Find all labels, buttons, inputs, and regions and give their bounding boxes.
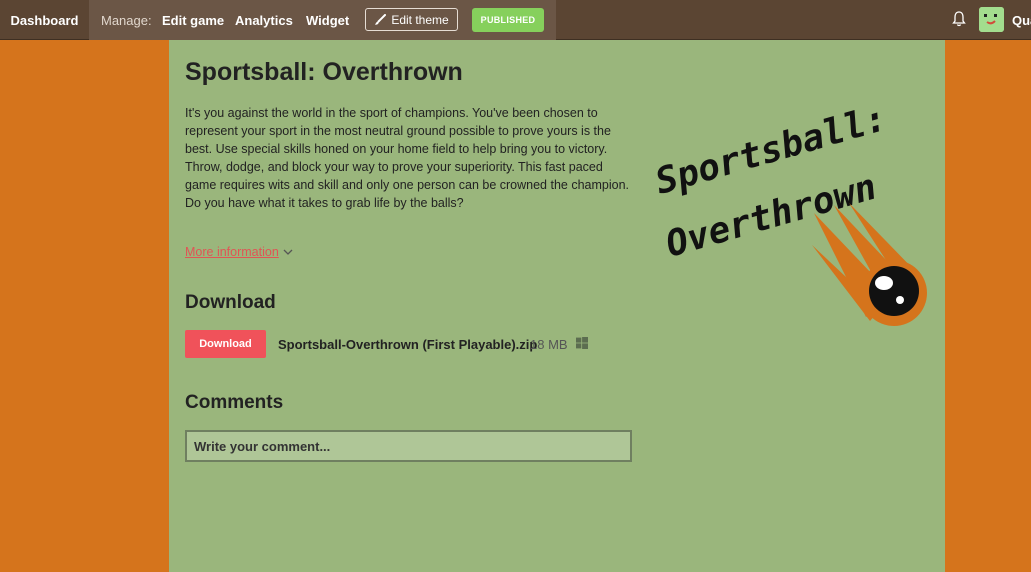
game-page-content: Sportsball: Overthrown It's you against … <box>169 40 945 572</box>
game-logo: Sportsball: Overthrown <box>651 98 927 326</box>
manage-toolbar: Manage: Edit game Analytics Widget Edit … <box>89 0 556 40</box>
download-heading: Download <box>185 292 276 313</box>
frog-avatar-icon <box>979 7 1004 32</box>
edit-game-link[interactable]: Edit game <box>162 13 224 28</box>
user-name[interactable]: Qua <box>1012 13 1031 28</box>
bell-icon[interactable] <box>951 10 967 28</box>
top-navbar: Dashboard Manage: Edit game Analytics Wi… <box>0 0 1031 40</box>
download-button[interactable]: Download <box>185 330 266 358</box>
game-title: Sportsball: Overthrown <box>185 58 463 86</box>
more-information-link[interactable]: More information <box>185 245 293 259</box>
more-information-label: More information <box>185 245 279 259</box>
file-size: 18 MB <box>530 337 568 352</box>
widget-link[interactable]: Widget <box>306 13 349 28</box>
published-badge[interactable]: PUBLISHED <box>472 8 544 32</box>
edit-theme-label: Edit theme <box>391 12 449 27</box>
chevron-down-icon <box>283 249 293 255</box>
user-avatar[interactable] <box>979 7 1004 32</box>
analytics-link[interactable]: Analytics <box>235 13 293 28</box>
manage-label: Manage: <box>101 13 152 28</box>
comment-input[interactable] <box>185 430 632 462</box>
game-description: It's you against the world in the sport … <box>185 106 630 210</box>
edit-theme-button[interactable]: Edit theme <box>365 8 458 31</box>
windows-icon <box>576 337 588 349</box>
paintbrush-icon <box>375 13 387 25</box>
flaming-ball-icon <box>812 203 927 326</box>
file-name: Sportsball-Overthrown (First Playable).z… <box>278 337 538 352</box>
dashboard-link[interactable]: Dashboard <box>0 0 89 40</box>
comments-heading: Comments <box>185 392 284 413</box>
